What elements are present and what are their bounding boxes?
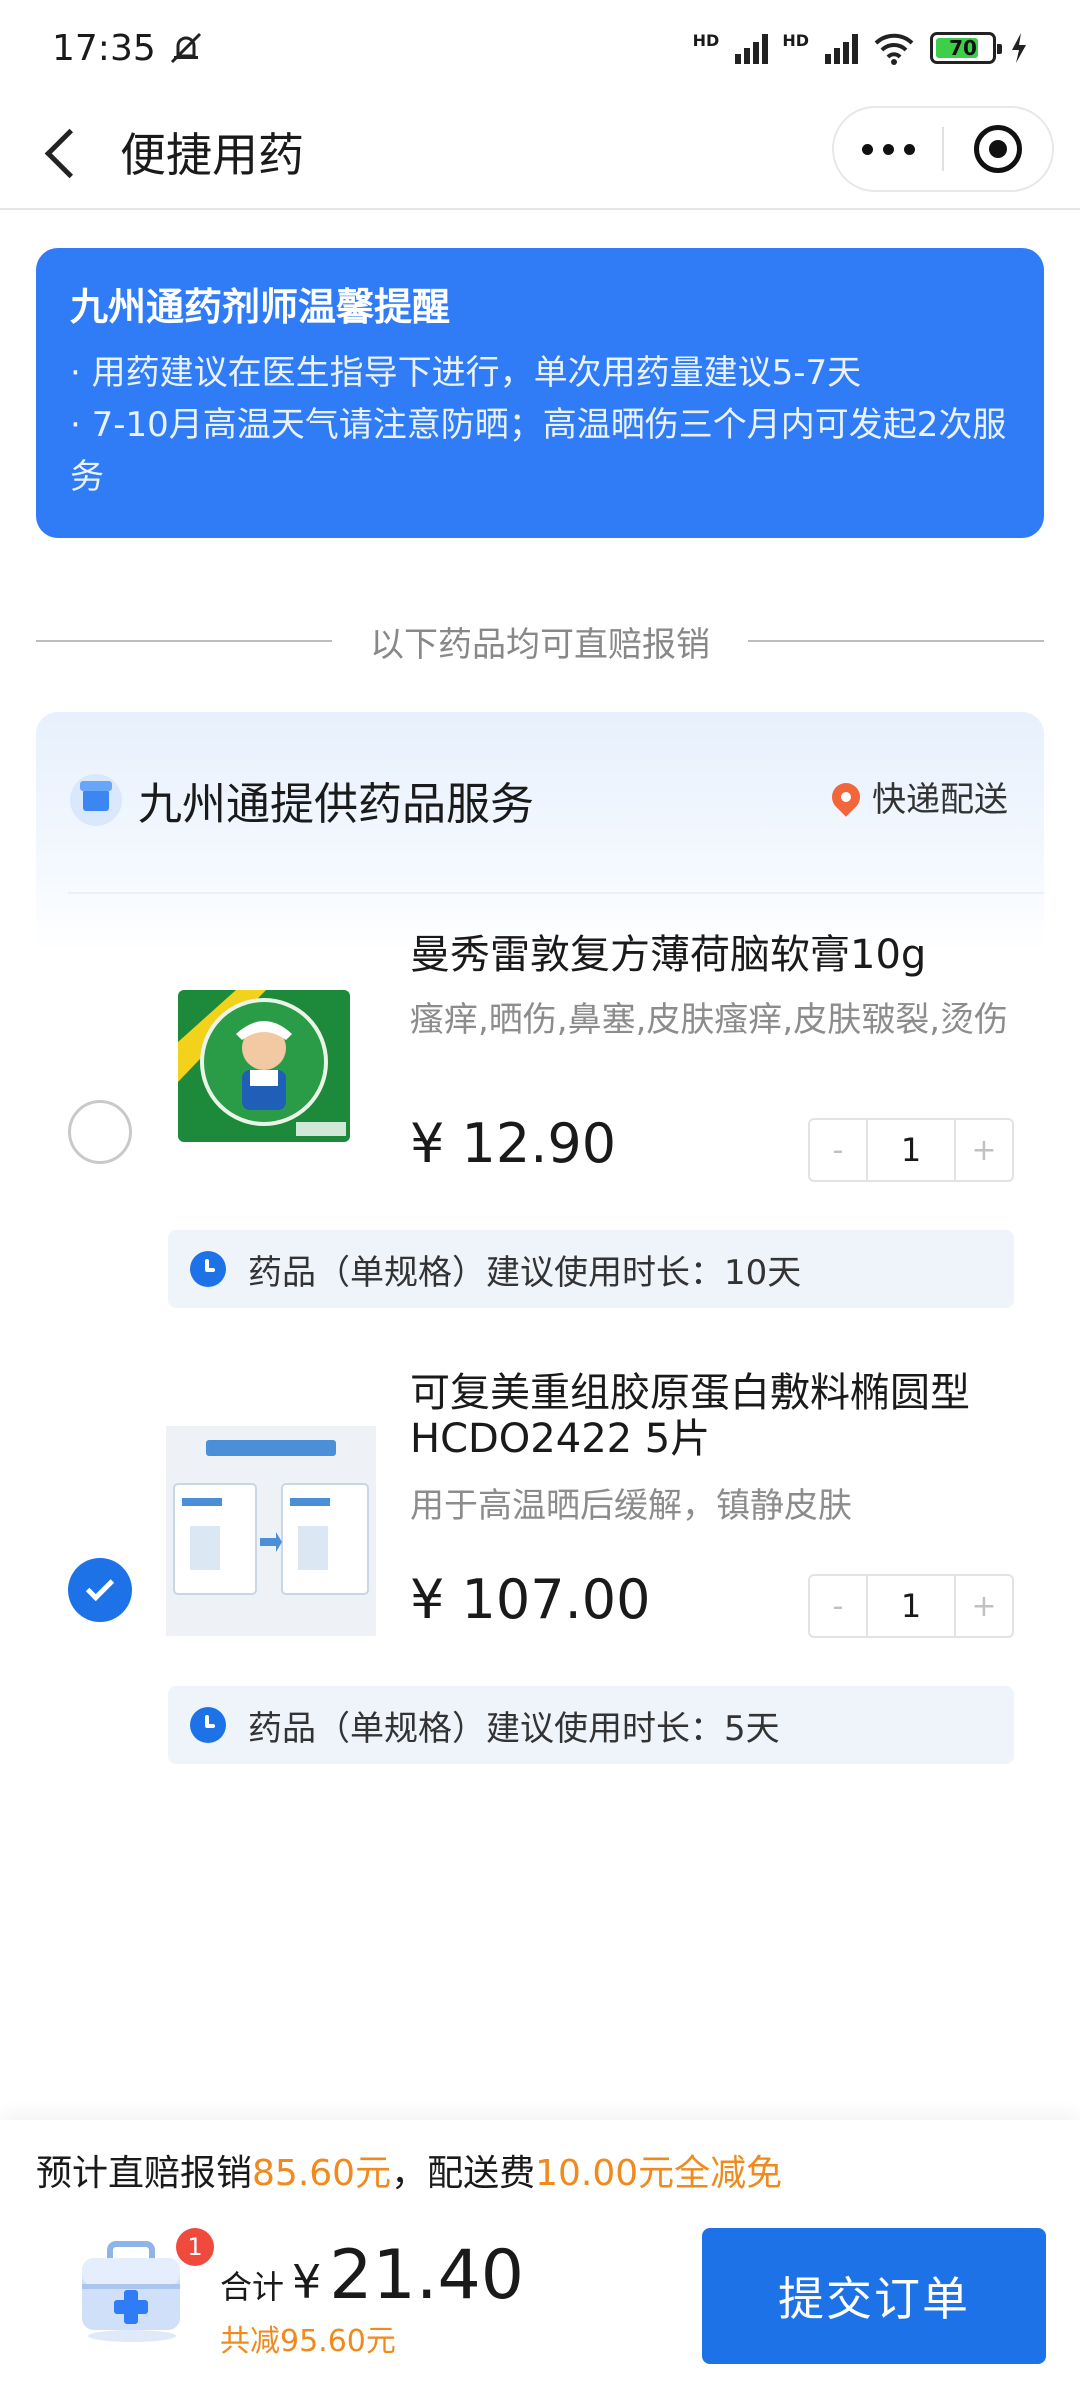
location-pin-icon xyxy=(826,776,866,817)
pharmacist-notice: 九州通药剂师温馨提醒 · 用药建议在医生指导下进行，单次用药量建议5-7天 · … xyxy=(36,248,1044,538)
close-miniprogram-icon[interactable] xyxy=(944,108,1052,190)
cart-count-badge: 1 xyxy=(176,2228,214,2266)
product-price: ¥ 12.90 xyxy=(410,1112,617,1175)
back-icon[interactable] xyxy=(42,132,82,172)
notice-line-1: · 用药建议在医生指导下进行，单次用药量建议5-7天 xyxy=(70,353,862,393)
section-divider: 以下药品均可直赔报销 xyxy=(36,610,1044,672)
total-savings: 共减95.60元 xyxy=(220,2324,396,2359)
reimb-mid: ，配送费 xyxy=(391,2153,536,2194)
wifi-icon xyxy=(874,33,914,65)
decrease-button[interactable]: - xyxy=(810,1120,866,1180)
decrease-button[interactable]: - xyxy=(810,1576,866,1636)
hd-label-2: HD xyxy=(782,31,809,50)
hd-label-1: HD xyxy=(692,31,720,50)
product-description: 瘙痒,晒伤,鼻塞,皮肤瘙痒,皮肤皲裂,烫伤 xyxy=(410,1000,1009,1040)
quantity-stepper: - 1 + xyxy=(808,1118,1014,1182)
increase-button[interactable]: + xyxy=(956,1576,1012,1636)
product-name[interactable]: 可复美重组胶原蛋白敷料椭圆型 HCDO2422 5片 xyxy=(410,1370,1010,1462)
battery-icon: 70 xyxy=(930,32,1002,64)
increase-button[interactable]: + xyxy=(956,1120,1012,1180)
reimb-prefix: 预计直赔报销 xyxy=(36,2153,253,2194)
notice-title: 九州通药剂师温馨提醒 xyxy=(70,285,451,329)
delivery-label: 快递配送 xyxy=(872,780,1008,820)
miniprogram-capsule xyxy=(832,106,1054,192)
product-select-radio[interactable] xyxy=(68,1100,132,1164)
signal-icon xyxy=(735,32,769,64)
product-select-radio[interactable] xyxy=(68,1558,132,1622)
delivery-fee: 10.00元全减免 xyxy=(535,2153,783,2194)
product-price: ¥ 107.00 xyxy=(410,1568,651,1631)
product-image-ointment xyxy=(166,962,376,1172)
divider-text: 以下药品均可直赔报销 xyxy=(370,624,710,665)
status-time: 17:35 xyxy=(52,27,156,69)
battery-level: 70 xyxy=(949,36,977,60)
status-bar: 17:35 HD HD 70 xyxy=(0,0,1080,96)
quantity-value[interactable]: 1 xyxy=(866,1576,956,1636)
usage-duration-tip: 药品（单规格）建议使用时长：5天 xyxy=(168,1686,1014,1764)
checkout-bar: 预计直赔报销85.60元，配送费10.00元全减免 1 合计 ¥ 21.40 共… xyxy=(0,2120,1080,2400)
usage-duration-text: 药品（单规格）建议使用时长：5天 xyxy=(248,1708,780,1749)
product-name[interactable]: 曼秀雷敦复方薄荷脑软膏10g xyxy=(410,932,1010,978)
drug-service-card: 九州通提供药品服务 快递配送 曼秀雷敦复方薄荷脑软膏10g 瘙痒,晒伤,鼻塞,皮… xyxy=(36,712,1044,1782)
submit-order-button[interactable]: 提交订单 xyxy=(702,2228,1046,2364)
shop-icon xyxy=(70,774,122,826)
check-icon xyxy=(85,1572,115,1602)
product-item: 可复美重组胶原蛋白敷料椭圆型 HCDO2422 5片 用于高温晒后缓解，镇静皮肤… xyxy=(36,1370,1044,1790)
total-amount: 21.40 xyxy=(329,2236,524,2315)
delivery-method: 快递配送 xyxy=(826,772,1008,821)
more-icon[interactable] xyxy=(834,108,942,190)
quantity-stepper: - 1 + xyxy=(808,1574,1014,1638)
clock-icon xyxy=(190,1707,226,1743)
charging-icon xyxy=(1012,33,1026,63)
total-label: 合计 xyxy=(220,2268,285,2306)
reimb-amount: 85.60元 xyxy=(252,2153,392,2194)
product-description: 用于高温晒后缓解，镇静皮肤 xyxy=(410,1486,852,1526)
product-item: 曼秀雷敦复方薄荷脑软膏10g 瘙痒,晒伤,鼻塞,皮肤瘙痒,皮肤皲裂,烫伤 ¥ 1… xyxy=(36,912,1044,1332)
usage-duration-tip: 药品（单规格）建议使用时长：10天 xyxy=(168,1230,1014,1308)
nav-bar: 便捷用药 xyxy=(0,96,1080,210)
product-image-dressing xyxy=(166,1426,376,1636)
medicine-kit-icon[interactable] xyxy=(72,2228,190,2346)
reimbursement-summary: 预计直赔报销85.60元，配送费10.00元全减免 xyxy=(36,2144,782,2196)
quantity-value[interactable]: 1 xyxy=(866,1120,956,1180)
order-total: 合计 ¥ 21.40 xyxy=(220,2236,524,2315)
page-title: 便捷用药 xyxy=(120,128,304,182)
signal-icon-2 xyxy=(825,32,858,64)
clock-icon xyxy=(190,1251,226,1287)
notice-line-2: · 7-10月高温天气请注意防晒；高温晒伤三个月内可发起2次服务 xyxy=(70,405,1007,497)
service-title: 九州通提供药品服务 xyxy=(138,779,534,830)
usage-duration-text: 药品（单规格）建议使用时长：10天 xyxy=(248,1252,802,1293)
mute-icon xyxy=(170,32,201,64)
currency-symbol: ¥ xyxy=(292,2255,322,2309)
